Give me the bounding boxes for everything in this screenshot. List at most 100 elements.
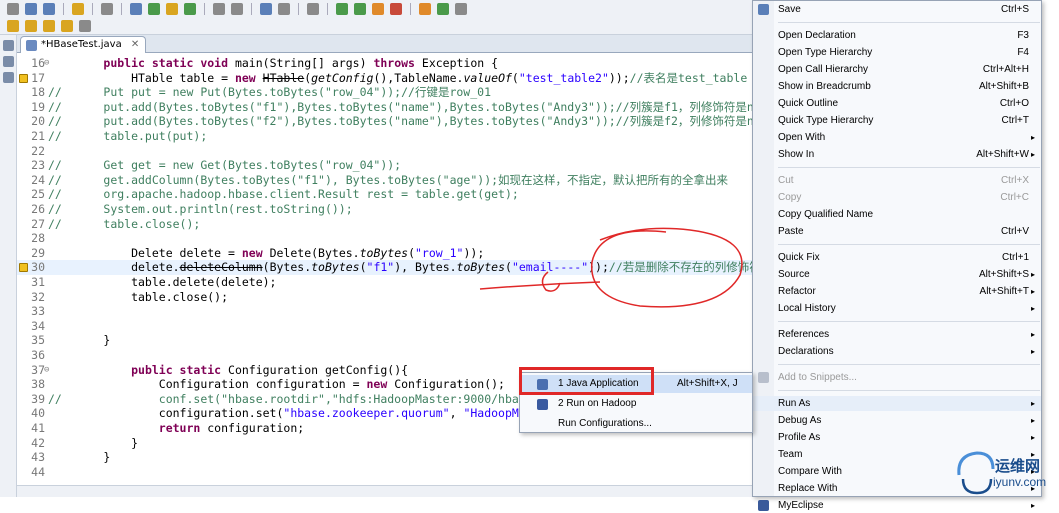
- menu-item-local-history[interactable]: Local History ▸: [753, 301, 1041, 316]
- code-line[interactable]: 30 delete.deleteColumn(Bytes.toBytes("f1…: [17, 260, 761, 275]
- menu-item-profile-as[interactable]: Profile As ▸: [753, 430, 1041, 445]
- menu-item-label: Add to Snippets...: [778, 372, 857, 383]
- run-icon[interactable]: [354, 2, 366, 15]
- code-line[interactable]: 20// put.add(Bytes.toBytes("f2"),Bytes.t…: [17, 114, 774, 129]
- build-icon[interactable]: [260, 2, 272, 15]
- last-edit-icon[interactable]: [43, 19, 55, 32]
- code-text: table.delete(delete);: [48, 275, 276, 290]
- menu-item-label: Open With: [778, 132, 826, 143]
- menu-item-open-type-hierarchy[interactable]: Open Type Hierarchy F4: [753, 45, 1041, 60]
- menu-item-references[interactable]: References ▸: [753, 327, 1041, 342]
- print-icon[interactable]: [101, 2, 113, 15]
- stop-icon[interactable]: [390, 2, 402, 15]
- code-token: //: [48, 85, 104, 100]
- open-type-icon[interactable]: [72, 2, 84, 15]
- new-package-icon[interactable]: [437, 2, 449, 15]
- debug-icon[interactable]: [336, 2, 348, 15]
- folder-icon[interactable]: [166, 2, 178, 15]
- menu-item-open-call-hierarchy[interactable]: Open Call Hierarchy Ctrl+Alt+H: [753, 62, 1041, 77]
- forward-icon[interactable]: [79, 19, 91, 32]
- menu-item-open-with[interactable]: Open With ▸: [753, 130, 1041, 145]
- code-line[interactable]: 16 ⊖ public static void main(String[] arg…: [17, 56, 760, 71]
- line-number: 35: [31, 333, 45, 348]
- menu-item-declarations[interactable]: Declarations ▸: [753, 344, 1041, 359]
- code-line[interactable]: 35 }: [17, 333, 760, 348]
- code-line[interactable]: 23// Get get = new Get(Bytes.toBytes("ro…: [17, 158, 760, 173]
- code-token: toBytes: [311, 260, 360, 275]
- new-java-class-icon[interactable]: [419, 2, 431, 15]
- menu-item-quick-fix[interactable]: Quick Fix Ctrl+1: [753, 250, 1041, 265]
- submenu-item-run-configurations[interactable]: Run Configurations...: [520, 415, 752, 433]
- bookmark-icon[interactable]: [231, 2, 243, 15]
- horizontal-scrollbar[interactable]: [17, 485, 760, 497]
- menu-item-copy-qualified-name[interactable]: Copy Qualified Name: [753, 207, 1041, 222]
- hierarchy-icon[interactable]: [3, 56, 14, 67]
- code-line[interactable]: 28: [17, 231, 760, 246]
- tab-title: *HBaseTest.java: [41, 39, 122, 50]
- menu-item-quick-type-hierarchy[interactable]: Quick Type Hierarchy Ctrl+T: [753, 113, 1041, 128]
- save-icon[interactable]: [25, 2, 37, 15]
- menu-item-debug-as[interactable]: Debug As ▸: [753, 413, 1041, 428]
- code-line[interactable]: 34: [17, 319, 760, 334]
- code-line[interactable]: 25// org.apache.hadoop.hbase.client.Resu…: [17, 187, 760, 202]
- console-icon[interactable]: [307, 2, 319, 15]
- code-line[interactable]: 33: [17, 304, 760, 319]
- back-icon[interactable]: [61, 19, 73, 32]
- external-tools-icon[interactable]: [372, 2, 384, 15]
- close-icon[interactable]: ✕: [131, 39, 139, 50]
- code-line[interactable]: 21// table.put(put);: [17, 129, 760, 144]
- menu-item-source[interactable]: Source Alt+Shift+S ▸: [753, 267, 1041, 282]
- editor-tab-hbasetest[interactable]: *HBaseTest.java ✕: [20, 36, 147, 53]
- menu-item-refactor[interactable]: Refactor Alt+Shift+T ▸: [753, 284, 1041, 299]
- submenu-item-2-run-on-hadoop[interactable]: 2 Run on Hadoop: [520, 395, 752, 413]
- new-icon[interactable]: [7, 2, 19, 15]
- menu-item-show-in-breadcrumb[interactable]: Show in Breadcrumb Alt+Shift+B: [753, 79, 1041, 94]
- submenu-arrow-icon: ▸: [1030, 399, 1035, 408]
- code-line[interactable]: 31 table.delete(delete);: [17, 275, 760, 290]
- code-line[interactable]: 43 }: [17, 450, 760, 465]
- task-icon[interactable]: [213, 2, 225, 15]
- code-line[interactable]: 36: [17, 348, 760, 363]
- previous-annotation-icon[interactable]: [25, 19, 37, 32]
- menu-item-save[interactable]: Save Ctrl+S: [753, 2, 1041, 17]
- menu-item-quick-outline[interactable]: Quick Outline Ctrl+O: [753, 96, 1041, 111]
- menu-item-shortcut: Ctrl+C: [1000, 192, 1029, 203]
- editor-tab-bar: *HBaseTest.java ✕: [17, 35, 760, 53]
- code-line[interactable]: 27// table.close();: [17, 217, 760, 232]
- menu-item-label: Source: [778, 269, 810, 280]
- menu-item-paste[interactable]: Paste Ctrl+V: [753, 224, 1041, 239]
- package-explorer-icon[interactable]: [3, 40, 14, 51]
- code-token: //若是删除不存在的列修饰符: [608, 260, 761, 275]
- code-line[interactable]: 24// get.addColumn(Bytes.toBytes("f1"), …: [17, 173, 760, 188]
- save-all-icon[interactable]: [43, 2, 55, 15]
- code-line[interactable]: 32 table.close();: [17, 290, 760, 305]
- globe-icon[interactable]: [184, 2, 196, 15]
- code-token: HTable table =: [48, 70, 235, 85]
- menu-item-show-in[interactable]: Show In Alt+Shift+W ▸: [753, 147, 1041, 162]
- search-icon[interactable]: [455, 2, 467, 15]
- red-highlight-box: [519, 367, 654, 395]
- next-annotation-icon[interactable]: [7, 19, 19, 32]
- menu-item-myeclipse[interactable]: MyEclipse ▸: [753, 498, 1041, 513]
- clean-icon[interactable]: [278, 2, 290, 15]
- code-line[interactable]: 18// Put put = new Put(Bytes.toBytes("ro…: [17, 85, 760, 100]
- code-line[interactable]: 19// put.add(Bytes.toBytes("f1"),Bytes.t…: [17, 99, 774, 115]
- submenu-arrow-icon: ▸: [1030, 416, 1035, 425]
- menu-separator: [778, 167, 1040, 168]
- code-token: configuration.set(: [48, 406, 284, 421]
- code-text: configuration.set("hbase.zookeeper.quoru…: [48, 406, 554, 421]
- code-line[interactable]: 17 HTable table = new HTable (getConfig()…: [17, 71, 760, 86]
- code-line[interactable]: 44: [17, 465, 760, 480]
- menu-item-open-declaration[interactable]: Open Declaration F3: [753, 28, 1041, 43]
- code-line[interactable]: 29 Delete delete = new Delete(Bytes.toBy…: [17, 246, 760, 261]
- code-line[interactable]: 26// System.out.println(rest.toString())…: [17, 202, 760, 217]
- code-token: //: [48, 99, 104, 114]
- code-line[interactable]: 22: [17, 144, 760, 159]
- menu-item-label: Refactor: [778, 286, 816, 297]
- code-line[interactable]: 42 }: [17, 436, 760, 451]
- outline-icon[interactable]: [3, 72, 14, 83]
- server-icon[interactable]: [130, 2, 142, 15]
- deploy-icon[interactable]: [148, 2, 160, 15]
- menu-item-run-as[interactable]: Run As ▸: [753, 396, 1041, 411]
